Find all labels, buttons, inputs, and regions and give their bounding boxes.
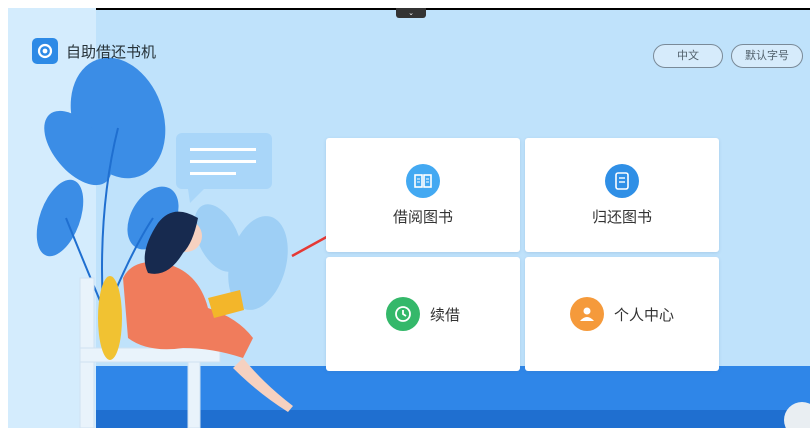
renew-label: 续借 xyxy=(429,305,460,324)
kiosk-screen: ⌄ 自助借还书机 中文 默认字号 借阅图书 归还图书 续借 个人中心 xyxy=(8,8,810,428)
renew-tile[interactable]: 续借 xyxy=(326,257,520,371)
borrow-books-label: 借阅图书 xyxy=(392,207,453,226)
personal-center-tile[interactable]: 个人中心 xyxy=(525,257,719,371)
font-size-button[interactable]: 默认字号 xyxy=(731,44,803,68)
document-icon xyxy=(605,163,639,198)
speech-bubble xyxy=(176,133,272,203)
pillow xyxy=(98,276,122,360)
borrow-books-tile[interactable]: 借阅图书 xyxy=(326,138,520,252)
app-title: 自助借还书机 xyxy=(66,42,157,61)
user-icon xyxy=(569,297,604,331)
logo-icon xyxy=(32,38,58,64)
chevron-down-icon: ⌄ xyxy=(408,9,414,17)
language-button[interactable]: 中文 xyxy=(653,44,723,68)
brand: 自助借还书机 xyxy=(32,38,156,64)
clock-icon xyxy=(385,297,420,331)
collapse-handle[interactable]: ⌄ xyxy=(396,8,426,18)
reading-woman-illustration xyxy=(8,8,338,428)
return-books-tile[interactable]: 归还图书 xyxy=(525,138,719,252)
book-icon xyxy=(406,163,440,198)
return-books-label: 归还图书 xyxy=(591,207,652,226)
personal-center-label: 个人中心 xyxy=(613,305,674,324)
